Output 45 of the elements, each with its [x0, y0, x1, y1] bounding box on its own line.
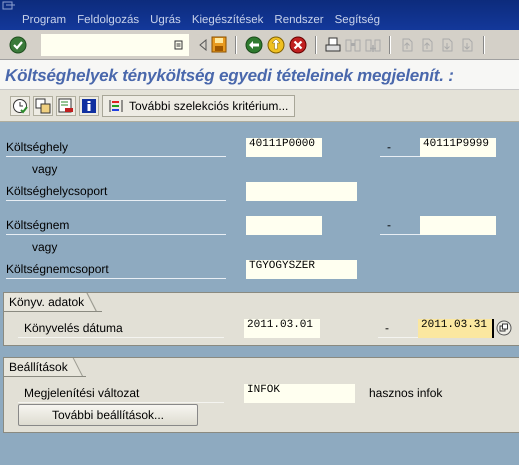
field-label: Megjelenítési változat	[18, 384, 224, 402]
input-field[interactable]: 2011.03.01	[244, 318, 320, 338]
input-field[interactable]: 40111P0000	[246, 138, 322, 156]
back-icon[interactable]	[245, 36, 263, 54]
input-field[interactable]: 40111P9999	[420, 138, 496, 156]
input-field[interactable]	[246, 216, 322, 234]
menu-item[interactable]: Program	[22, 14, 66, 26]
menu-item[interactable]: Rendszer	[274, 14, 324, 26]
menu-item[interactable]: Kiegészítések	[192, 14, 264, 26]
menu-item[interactable]: Feldolgozás	[77, 14, 140, 26]
multiple-selection-icon[interactable]	[496, 320, 512, 336]
group-title: Könyv. adatok	[4, 293, 102, 312]
or-label: vagy	[31, 240, 58, 254]
group-title: Beállítások	[4, 358, 86, 377]
dropdown-icon[interactable]	[174, 40, 183, 50]
check-icon[interactable]	[9, 36, 27, 54]
field-label: Könyvelés dátuma	[18, 318, 224, 338]
screen-title: Költséghelyek tényköltség egyedi tételeinek megjelenít. :	[5, 66, 454, 85]
input-field[interactable]: TGYOGYSZER	[246, 260, 357, 278]
form-minus-button[interactable]	[56, 96, 76, 116]
input-field[interactable]	[246, 182, 357, 200]
exit-icon[interactable]	[267, 36, 285, 54]
cancel-icon[interactable]	[289, 36, 307, 54]
input-field[interactable]	[420, 216, 496, 234]
more-criteria-button[interactable]: További szelekciós kritérium...	[102, 94, 296, 116]
field-label: Költségnem	[6, 216, 226, 234]
colored-bars-icon	[109, 98, 123, 112]
save-icon[interactable]	[211, 36, 227, 53]
system-menu-icon[interactable]	[2, 1, 16, 12]
info-button[interactable]	[79, 96, 99, 116]
variant-description: hasznos infok	[369, 386, 442, 400]
command-field[interactable]	[41, 34, 189, 56]
more-settings-button[interactable]: További beállítások...	[18, 404, 198, 426]
triangle-left-icon[interactable]	[199, 38, 207, 50]
field-label: Költséghely	[6, 138, 226, 156]
menu-item[interactable]: Ugrás	[150, 14, 181, 26]
input-field[interactable]: INFOK	[244, 384, 355, 402]
or-label: vagy	[31, 162, 58, 176]
copy-pages-button[interactable]	[33, 96, 53, 116]
field-label: Költségnemcsoport	[6, 260, 226, 278]
field-label: Költséghelycsoport	[6, 182, 226, 200]
printer-icon[interactable]	[325, 36, 341, 52]
input-field[interactable]: 2011.03.31	[418, 318, 494, 338]
menu-item[interactable]: Segítség	[334, 14, 380, 26]
clock-check-button[interactable]	[10, 96, 30, 116]
